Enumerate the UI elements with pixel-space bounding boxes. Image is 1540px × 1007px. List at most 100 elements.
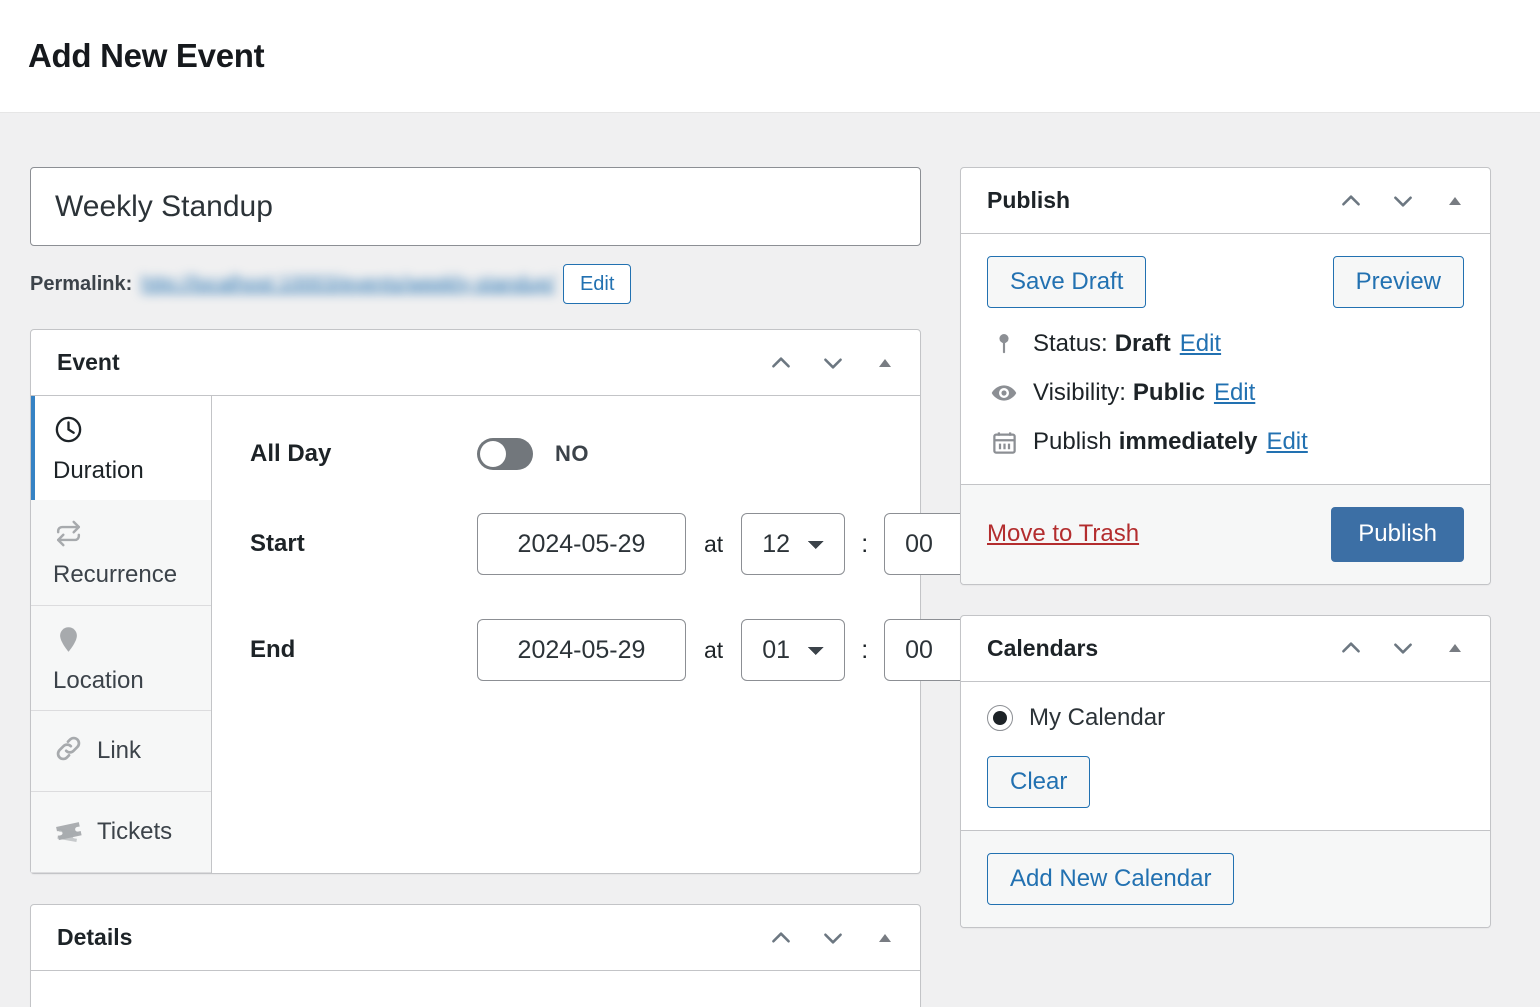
details-postbox: Details [30,904,921,1007]
calendars-list: My Calendar Clear [961,682,1490,830]
start-row: Start at 12 : 00 [250,508,989,580]
tickets-icon [53,814,84,850]
move-to-trash-link[interactable]: Move to Trash [987,520,1139,548]
toggle-panel-icon[interactable] [870,923,900,953]
page-title: Add New Event [28,37,265,74]
clock-icon [53,414,211,450]
move-up-icon[interactable] [766,923,796,953]
move-up-icon[interactable] [1336,633,1366,663]
edit-permalink-button[interactable]: Edit [562,264,632,304]
link-icon [53,733,84,769]
clear-calendars-button[interactable]: Clear [987,755,1091,808]
toggle-panel-icon[interactable] [870,348,900,378]
move-up-icon[interactable] [1336,186,1366,216]
event-postbox: Event Duration Recurrence Location Link … [30,329,989,875]
all-day-row: All Day NO [250,432,988,476]
publish-postbox-header: Publish [961,168,1490,234]
event-title-input[interactable] [30,167,921,246]
sidebar-column: Publish Save Draft Preview Status: Draft… [960,167,1491,958]
start-label: Start [250,530,305,557]
tab-tickets[interactable]: Tickets [31,792,211,874]
details-postbox-body [31,971,920,1007]
page-header: Add New Event [0,0,1540,113]
start-at-text: at [704,530,724,557]
repeat-icon [53,518,211,554]
move-down-icon[interactable] [818,923,848,953]
toggle-knob [480,441,506,467]
visibility-prefix: Visibility: [1033,379,1126,406]
end-date-input[interactable] [477,619,686,681]
eye-icon [987,379,1021,407]
duration-fields: All Day NO Start at 12 : 00 End [212,396,989,873]
details-postbox-header: Details [31,905,920,972]
toggle-panel-icon[interactable] [1440,633,1470,663]
event-postbox-title: Event [57,349,120,375]
save-draft-button[interactable]: Save Draft [987,256,1147,308]
event-tab-rail: Duration Recurrence Location Link Ticket… [31,396,212,874]
end-row: End at 01 : 00 [250,614,989,686]
status-edit-link[interactable]: Edit [1180,330,1221,358]
main-column: Permalink: http://localhost:10003/events… [30,167,989,1007]
tab-link-label: Link [97,736,142,764]
map-pin-icon [53,624,211,660]
calendars-postbox-title: Calendars [987,634,1099,661]
move-down-icon[interactable] [1388,186,1418,216]
status-prefix: Status: [1033,330,1108,357]
tab-tickets-label: Tickets [97,817,173,845]
tab-recurrence-label: Recurrence [53,561,178,589]
end-hour-select[interactable]: 01 [741,619,846,681]
permalink-url[interactable]: http://localhost:10003/events/weekly-sta… [141,273,555,296]
all-day-label: All Day [250,440,332,467]
pin-icon [987,331,1021,357]
calendar-radio[interactable] [987,704,1013,731]
calendars-postbox-handle-actions [1336,633,1470,663]
publish-footer: Move to Trash Publish [961,484,1490,584]
tab-location[interactable]: Location [31,605,211,712]
calendar-item-label: My Calendar [1029,703,1166,731]
visibility-edit-link[interactable]: Edit [1214,379,1255,407]
visibility-value: Public [1132,379,1205,406]
end-label: End [250,636,296,663]
publish-top-buttons: Save Draft Preview [987,256,1464,308]
details-postbox-handle-actions [766,923,900,953]
schedule-line: Publish immediately Edit [987,428,1464,456]
toggle-panel-icon[interactable] [1440,186,1470,216]
tab-recurrence[interactable]: Recurrence [31,500,211,606]
move-down-icon[interactable] [818,348,848,378]
move-down-icon[interactable] [1388,633,1418,663]
calendar-icon [987,429,1021,456]
tab-duration[interactable]: Duration [31,396,211,501]
event-panel-body: Duration Recurrence Location Link Ticket… [31,396,989,874]
permalink-label: Permalink: [30,272,133,295]
schedule-value: immediately [1118,428,1258,455]
tab-link[interactable]: Link [31,711,211,793]
start-hour-select[interactable]: 12 [741,513,846,575]
calendars-footer: Add New Calendar [961,829,1490,927]
calendars-postbox-header: Calendars [961,616,1490,682]
publish-postbox: Publish Save Draft Preview Status: Draft… [960,167,1491,585]
all-day-toggle[interactable] [477,438,533,470]
calendars-postbox: Calendars My Calendar Clear Add New Cale… [960,614,1491,928]
status-value: Draft [1114,330,1171,357]
details-postbox-title: Details [57,924,133,951]
end-time-colon: : [861,635,869,664]
all-day-state-text: NO [555,441,589,466]
tab-location-label: Location [53,666,144,694]
publish-actions: Save Draft Preview Status: Draft Edit Vi… [961,234,1490,484]
preview-button[interactable]: Preview [1332,256,1464,308]
tab-duration-label: Duration [53,457,144,484]
publish-button[interactable]: Publish [1331,507,1464,562]
move-up-icon[interactable] [766,348,796,378]
start-time-colon: : [861,529,869,558]
status-line: Status: Draft Edit [987,330,1464,358]
permalink-row: Permalink: http://localhost:10003/events… [30,263,921,305]
schedule-prefix: Publish [1033,428,1112,455]
editor-layout: Permalink: http://localhost:10003/events… [0,113,1540,1007]
add-new-calendar-button[interactable]: Add New Calendar [987,852,1235,905]
schedule-edit-link[interactable]: Edit [1266,428,1307,456]
event-postbox-header: Event [31,330,920,396]
visibility-line: Visibility: Public Edit [987,379,1464,407]
calendar-list-item[interactable]: My Calendar [987,704,1464,732]
start-date-input[interactable] [477,513,686,575]
event-postbox-handle-actions [766,348,900,378]
